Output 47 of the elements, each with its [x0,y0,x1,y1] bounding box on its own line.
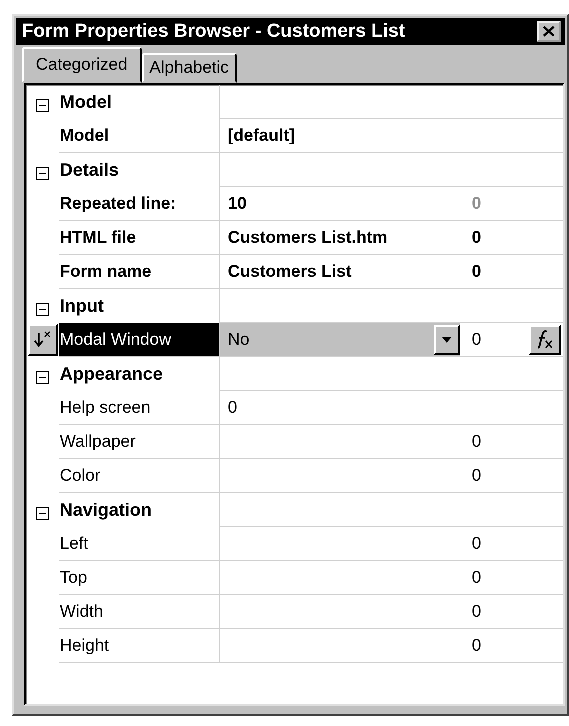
category-label: Model [60,92,112,112]
collapse-icon[interactable] [36,302,49,316]
property-name[interactable]: Width [59,595,220,629]
property-value: 0 [228,398,238,418]
property-name[interactable]: Help screen [59,391,220,425]
reset-button[interactable] [28,324,58,356]
column-3-value: 0 [472,228,482,248]
value-dropdown[interactable]: No [220,323,460,357]
close-button[interactable] [537,21,561,42]
category-label: Details [60,160,120,180]
column-3-value: 0 [472,330,482,350]
property-name[interactable]: Form name [59,255,220,289]
property-name[interactable]: HTML file [59,221,220,255]
down-arrow-cross-icon [32,330,54,350]
collapse-icon[interactable] [36,506,49,520]
column-3-value: 0 [472,194,482,214]
close-icon [543,26,555,37]
property-value: Customers List [228,262,352,282]
category-label: Input [60,296,104,316]
property-name[interactable]: Model [59,119,220,153]
tab[interactable]: Alphabetic [142,53,238,83]
column-3-value: 0 [472,432,482,452]
property-name[interactable]: Left [59,527,220,561]
property-name[interactable]: Modal Window [59,323,220,357]
column-3-value: 0 [472,568,482,588]
property-value: 10 [228,194,247,214]
dropdown-value: No [228,330,250,350]
collapse-icon[interactable] [36,98,49,112]
property-name[interactable]: Top [59,561,220,595]
column-3-value: 0 [472,466,482,486]
collapse-icon[interactable] [36,166,49,180]
collapse-icon[interactable] [36,370,49,384]
category-label: Navigation [60,500,152,520]
category-label: Appearance [60,364,164,384]
property-name[interactable]: Repeated line: [59,187,220,221]
property-name[interactable]: Height [59,629,220,663]
column-3-value: 0 [472,602,482,622]
window-title: Form Properties Browser - Customers List [22,20,406,42]
property-name[interactable]: Color [59,459,220,493]
property-name[interactable]: Wallpaper [59,425,220,459]
property-value: [default] [228,126,296,146]
property-value: Customers List.htm [228,228,388,248]
function-button[interactable] [529,324,561,354]
tab[interactable]: Categorized [22,47,142,83]
column-3-value: 0 [472,534,482,554]
column-3-value: 0 [472,636,482,656]
column-3-value: 0 [472,262,482,282]
